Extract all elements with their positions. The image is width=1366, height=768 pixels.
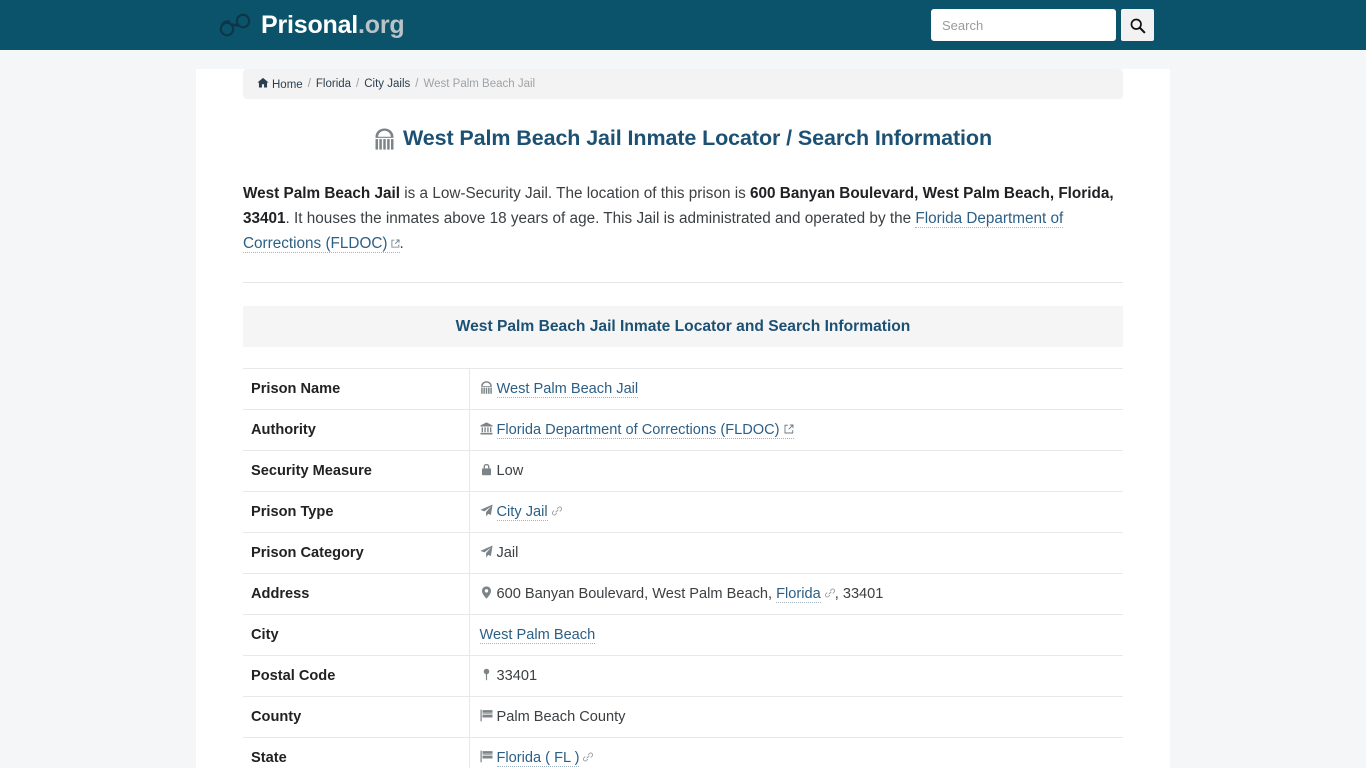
site-logo-link[interactable]: Prisonal.org: [218, 10, 405, 39]
page-title-text: West Palm Beach Jail Inmate Locator / Se…: [402, 126, 992, 150]
breadcrumb: Home / Florida / City Jails / West Palm …: [243, 69, 1123, 99]
jail-window-icon: [375, 128, 394, 150]
table-row: Prison Type City Jail: [243, 491, 1123, 533]
prison-category-value: Jail: [496, 545, 519, 561]
chain-link-icon: [551, 506, 562, 516]
map-pin-icon: [483, 668, 489, 681]
page-title: West Palm Beach Jail Inmate Locator / Se…: [243, 126, 1123, 151]
lock-icon: [481, 463, 491, 476]
intro-facility-name: West Palm Beach Jail: [243, 185, 401, 202]
external-link-icon: [390, 239, 400, 248]
section-heading: West Palm Beach Jail Inmate Locator and …: [243, 306, 1123, 347]
chain-link-icon: [824, 588, 835, 598]
page-container: Home / Florida / City Jails / West Palm …: [196, 69, 1170, 768]
postal-code-value: 33401: [496, 668, 538, 684]
row-key: City: [243, 614, 470, 656]
row-key: Security Measure: [243, 450, 470, 492]
table-row: City West Palm Beach: [243, 614, 1123, 656]
jail-window-icon: [480, 381, 492, 394]
breadcrumb-item-home[interactable]: Home: [257, 77, 303, 91]
row-key: County: [243, 696, 470, 738]
chain-link-icon: [583, 752, 594, 762]
breadcrumb-separator: /: [307, 78, 311, 90]
paper-plane-icon: [479, 545, 493, 558]
table-row: Prison Category Jail: [243, 532, 1123, 574]
row-value: 33401: [469, 656, 1123, 697]
row-value: West Palm Beach: [469, 615, 1123, 656]
home-icon: [257, 77, 269, 88]
authority-link[interactable]: Florida Department of Corrections (FLDOC…: [496, 422, 794, 439]
prison-type-link[interactable]: City Jail: [496, 504, 548, 521]
site-header: Prisonal.org: [0, 0, 1366, 50]
content-wrapper: Home / Florida / City Jails / West Palm …: [243, 69, 1123, 768]
row-value: Palm Beach County: [469, 697, 1123, 738]
site-logo-text: Prisonal.org: [261, 10, 405, 39]
row-key: Address: [243, 573, 470, 615]
row-key: Prison Type: [243, 491, 470, 533]
flag-icon: [479, 709, 493, 722]
row-value: West Palm Beach Jail: [469, 369, 1123, 410]
table-row: Security Measure Low: [243, 450, 1123, 492]
table-row: County Palm Beach County: [243, 696, 1123, 738]
authority-label: Florida Department of Corrections (FLDOC…: [496, 422, 780, 438]
breadcrumb-item-city-jails[interactable]: City Jails: [364, 78, 410, 90]
intro-part3: .: [399, 235, 404, 252]
row-value: Jail: [469, 533, 1123, 574]
security-measure-value: Low: [496, 463, 524, 479]
state-link[interactable]: Florida ( FL ): [496, 750, 580, 768]
paper-plane-icon: [479, 504, 493, 517]
breadcrumb-separator: /: [356, 78, 360, 90]
search-submit-button[interactable]: [1121, 9, 1154, 41]
prison-info-table: Prison Name West Palm Beach Jail Authori…: [243, 368, 1123, 768]
table-row: Authority Florida Department of Correcti…: [243, 409, 1123, 451]
intro-part1: is a Low-Security Jail. The location of …: [400, 185, 751, 202]
table-row: Address 600 Banyan Boulevard, West Palm …: [243, 573, 1123, 615]
row-value: Florida ( FL ): [469, 738, 1123, 768]
prison-name-link[interactable]: West Palm Beach Jail: [496, 381, 639, 398]
search-input[interactable]: [931, 9, 1116, 41]
flag-icon: [479, 750, 493, 763]
county-value: Palm Beach County: [496, 709, 626, 725]
map-marker-icon: [481, 586, 491, 599]
address-prefix: 600 Banyan Boulevard, West Palm Beach,: [496, 586, 777, 602]
row-key: Prison Category: [243, 532, 470, 574]
breadcrumb-label-home: Home: [272, 79, 303, 91]
table-row: Prison Name West Palm Beach Jail: [243, 368, 1123, 410]
table-row: State Florida ( FL ): [243, 737, 1123, 768]
content-divider: [243, 282, 1123, 283]
row-key: Postal Code: [243, 655, 470, 697]
intro-paragraph: West Palm Beach Jail is a Low-Security J…: [243, 181, 1123, 256]
breadcrumb-item-current: West Palm Beach Jail: [423, 78, 536, 90]
row-key: Prison Name: [243, 368, 470, 410]
breadcrumb-separator: /: [415, 78, 419, 90]
row-key: Authority: [243, 409, 470, 451]
bank-icon: [479, 422, 493, 435]
external-link-icon: [784, 424, 794, 434]
breadcrumb-item-florida[interactable]: Florida: [316, 78, 351, 90]
row-value: Low: [469, 451, 1123, 492]
address-state-link[interactable]: Florida: [776, 586, 821, 603]
search-form: [931, 9, 1154, 41]
address-suffix: , 33401: [834, 586, 884, 602]
row-value: City Jail: [469, 492, 1123, 533]
intro-part2: . It houses the inmates above 18 years o…: [285, 210, 916, 227]
search-icon: [1130, 18, 1146, 33]
brand-name: Prisonal: [261, 10, 359, 39]
table-row: Postal Code 33401: [243, 655, 1123, 697]
row-value: 600 Banyan Boulevard, West Palm Beach, F…: [469, 574, 1123, 615]
brand-tld: .org: [358, 10, 405, 39]
row-key: State: [243, 737, 470, 768]
city-link[interactable]: West Palm Beach: [479, 627, 596, 644]
handcuffs-icon: [219, 13, 251, 37]
row-value: Florida Department of Corrections (FLDOC…: [469, 410, 1123, 451]
